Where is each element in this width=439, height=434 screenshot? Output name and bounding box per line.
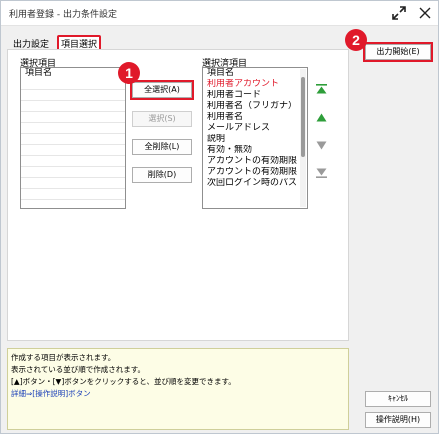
list-row bbox=[21, 167, 125, 178]
item-selection-panel: 選択項目 項目名 全選択(A) 選択(S) 全削除(L) 削除(D) 選択済項目… bbox=[7, 49, 349, 341]
move-up-icon[interactable] bbox=[314, 111, 328, 123]
expand-icon[interactable] bbox=[389, 3, 409, 23]
list-row bbox=[21, 156, 125, 167]
annotation-badge-2: 2 bbox=[345, 29, 367, 51]
dialog-window: 利用者登録 - 出力条件設定 出力設定項目選択 選択項目 項目名 全選択(A) bbox=[0, 0, 439, 434]
list-item[interactable]: メールアドレス bbox=[203, 123, 307, 134]
move-bottom-icon[interactable] bbox=[314, 167, 328, 179]
help-button[interactable]: 操作説明(H) bbox=[365, 412, 431, 428]
list-item[interactable]: 利用者名（フリガナ） bbox=[203, 101, 307, 112]
list-item[interactable]: 利用者コード bbox=[203, 90, 307, 101]
select-button[interactable]: 選択(S) bbox=[132, 111, 192, 127]
list-item[interactable]: 説明 bbox=[203, 134, 307, 145]
list-row bbox=[21, 112, 125, 123]
cancel-button[interactable]: ｷｬﾝｾﾙ bbox=[365, 391, 431, 407]
list-row bbox=[21, 200, 125, 208]
info-line-2: 表示されている並び順で作成されます。 bbox=[11, 365, 146, 374]
annotation-badge-1: 1 bbox=[118, 62, 140, 84]
list-row bbox=[21, 101, 125, 112]
move-down-icon[interactable] bbox=[314, 139, 328, 151]
remove-all-button[interactable]: 全削除(L) bbox=[132, 139, 192, 155]
list-row bbox=[21, 145, 125, 156]
list-item[interactable]: 次回ログイン時のパス bbox=[203, 178, 307, 189]
selected-list-scrollbar[interactable] bbox=[300, 69, 306, 207]
info-line-1: 作成する項目が表示されます。 bbox=[11, 353, 116, 362]
list-row bbox=[21, 123, 125, 134]
available-list-header: 項目名 bbox=[25, 68, 53, 78]
list-item[interactable]: アカウントの有効期限 bbox=[203, 167, 307, 178]
list-row bbox=[21, 79, 125, 90]
move-top-icon[interactable] bbox=[314, 83, 328, 95]
selected-list-header: 項目名 bbox=[207, 68, 235, 78]
list-item[interactable]: 有効・無効 bbox=[203, 145, 307, 156]
list-row bbox=[21, 134, 125, 145]
output-start-button[interactable]: 出力開始(E) bbox=[363, 42, 433, 62]
list-row bbox=[21, 90, 125, 101]
selected-items-list[interactable]: 項目名 利用者アカウント 利用者コード 利用者名（フリガナ） 利用者名 メールア… bbox=[202, 67, 308, 209]
remove-button[interactable]: 削除(D) bbox=[132, 167, 192, 183]
info-line-4: 詳細⇒[操作説明]ボタン bbox=[11, 389, 91, 398]
close-icon[interactable] bbox=[415, 3, 435, 23]
scrollbar-thumb[interactable] bbox=[301, 77, 305, 157]
window-title: 利用者登録 - 出力条件設定 bbox=[9, 10, 117, 20]
list-row bbox=[21, 178, 125, 189]
info-line-3: [▲]ボタン・[▼]ボタンをクリックすると、並び順を変更できます。 bbox=[11, 377, 236, 386]
title-bar: 利用者登録 - 出力条件設定 bbox=[1, 1, 438, 26]
available-items-list[interactable]: 項目名 bbox=[20, 67, 126, 209]
list-item[interactable]: 利用者アカウント bbox=[203, 79, 307, 90]
list-row bbox=[21, 189, 125, 200]
select-all-button[interactable]: 全選択(A) bbox=[130, 80, 194, 100]
list-item[interactable]: 利用者名 bbox=[203, 112, 307, 123]
list-item[interactable]: アカウントの有効期限 bbox=[203, 156, 307, 167]
info-panel: 作成する項目が表示されます。 表示されている並び順で作成されます。 [▲]ボタン… bbox=[7, 348, 349, 430]
